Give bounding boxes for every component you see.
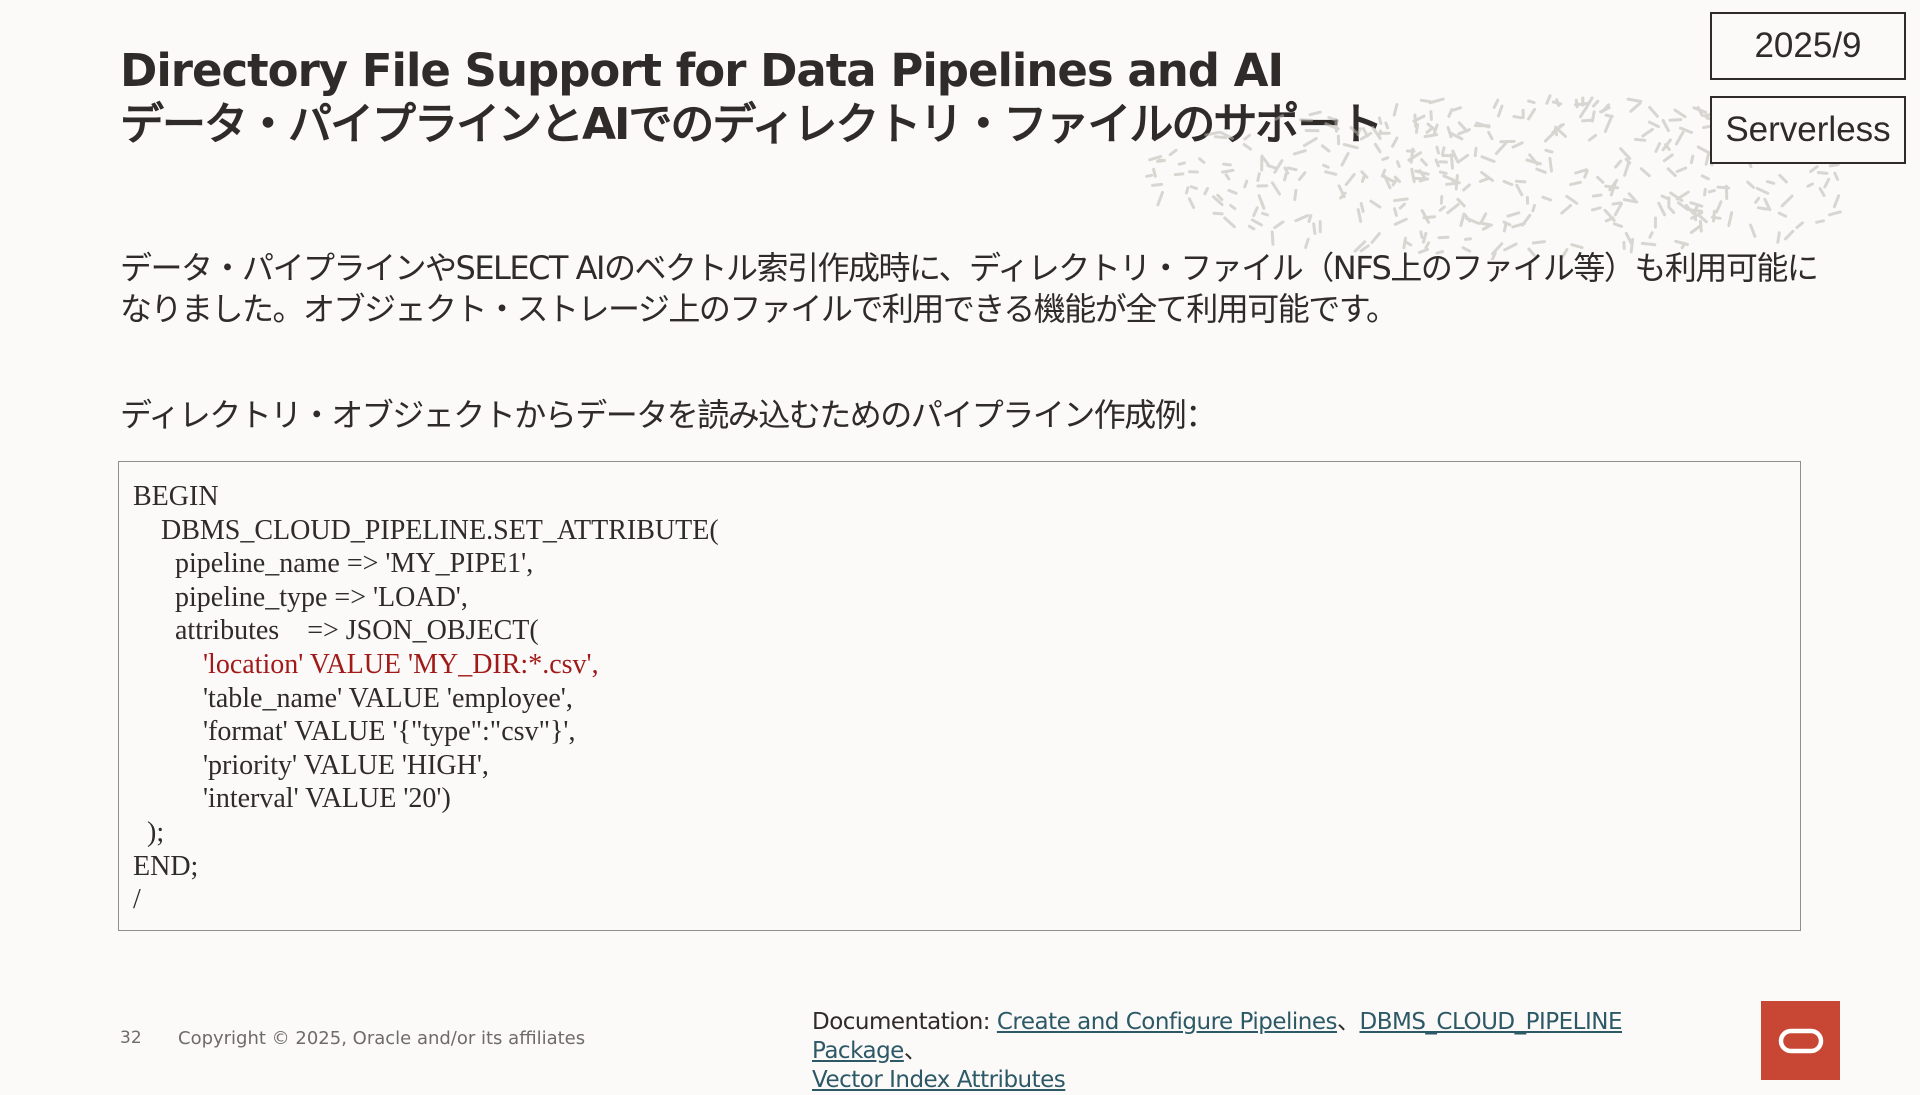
- code-line: BEGIN: [133, 480, 1786, 514]
- copyright-text: Copyright © 2025, Oracle and/or its affi…: [178, 1028, 585, 1049]
- code-line: );: [133, 816, 1786, 850]
- date-badge: 2025/9: [1710, 12, 1906, 80]
- code-line: /: [133, 883, 1786, 917]
- code-line: 'priority' VALUE 'HIGH',: [133, 749, 1786, 783]
- service-type-badge: Serverless: [1710, 96, 1906, 164]
- code-line: 'format' VALUE '{"type":"csv"}',: [133, 715, 1786, 749]
- code-line: DBMS_CLOUD_PIPELINE.SET_ATTRIBUTE(: [133, 514, 1786, 548]
- link-separator: 、: [1337, 1009, 1360, 1035]
- code-line: pipeline_name => 'MY_PIPE1',: [133, 547, 1786, 581]
- code-line: attributes => JSON_OBJECT(: [133, 614, 1786, 648]
- link-create-configure-pipelines[interactable]: Create and Configure Pipelines: [997, 1009, 1337, 1035]
- code-line: END;: [133, 850, 1786, 884]
- link-vector-index-attributes[interactable]: Vector Index Attributes: [812, 1067, 1065, 1093]
- description-text: データ・パイプラインやSELECT AIのベクトル索引作成時に、ディレクトリ・フ…: [120, 248, 1820, 330]
- code-line: pipeline_type => 'LOAD',: [133, 581, 1786, 615]
- link-separator: 、: [904, 1038, 927, 1064]
- documentation-links: Documentation: Create and Configure Pipe…: [812, 1008, 1742, 1095]
- code-line: 'interval' VALUE '20'): [133, 782, 1786, 816]
- documentation-label: Documentation:: [812, 1009, 997, 1035]
- code-line: 'table_name' VALUE 'employee',: [133, 682, 1786, 716]
- oracle-logo: [1761, 1001, 1840, 1080]
- code-block: BEGIN DBMS_CLOUD_PIPELINE.SET_ATTRIBUTE(…: [118, 461, 1801, 931]
- code-line-highlighted: 'location' VALUE 'MY_DIR:*.csv',: [133, 648, 1786, 682]
- example-heading: ディレクトリ・オブジェクトからデータを読み込むためのパイプライン作成例：: [120, 394, 1216, 436]
- page-number: 32: [120, 1028, 142, 1048]
- oracle-logo-icon: [1778, 1028, 1824, 1054]
